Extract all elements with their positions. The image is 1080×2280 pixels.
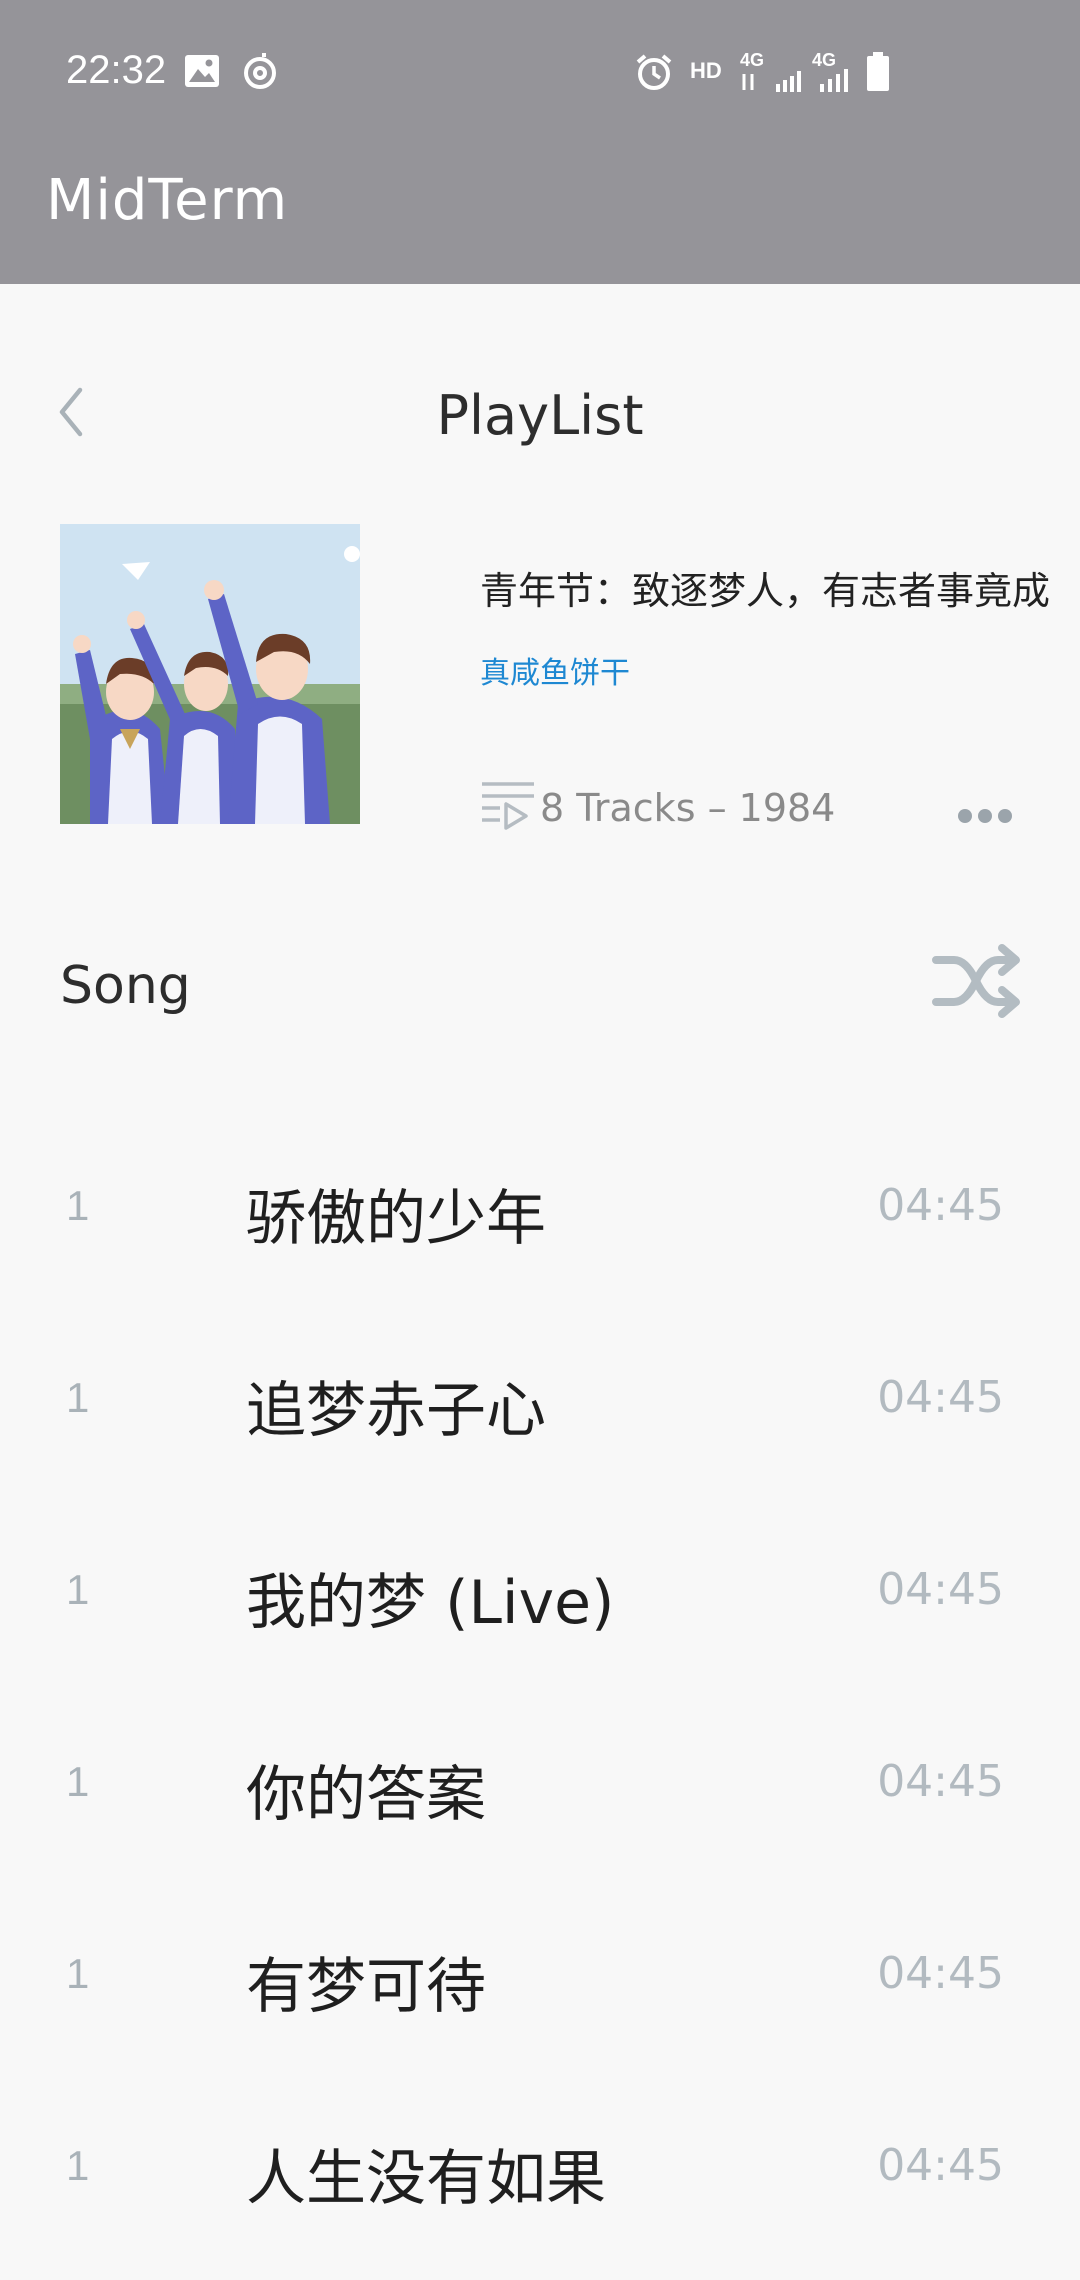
song-title: 你的答案 — [246, 1760, 486, 1830]
song-row[interactable]: 1 追梦赤子心 04:45 — [0, 1300, 1080, 1492]
song-index: 1 — [66, 1374, 90, 1421]
song-duration: 04:45 — [877, 1372, 1004, 1423]
song-index: 1 — [66, 2142, 90, 2189]
song-row[interactable]: 1 我的梦 (Live) 04:45 — [0, 1492, 1080, 1684]
more-horizontal-icon[interactable] — [958, 808, 1022, 826]
song-title: 人生没有如果 — [246, 2144, 606, 2214]
image-icon — [185, 55, 219, 87]
signal-icon — [742, 71, 801, 92]
song-index: 1 — [66, 1566, 90, 1613]
battery-icon — [867, 52, 889, 91]
music-app-icon — [244, 53, 276, 89]
song-duration: 04:45 — [877, 2140, 1004, 2191]
section-title: Song — [60, 956, 191, 1016]
app-title: MidTerm — [46, 168, 289, 233]
song-title: 我的梦 (Live) — [246, 1568, 615, 1638]
tracks-info: 8 Tracks – 1984 — [540, 786, 836, 830]
playlist-author-link[interactable]: 真咸鱼饼干 — [480, 648, 630, 692]
page-title: PlayList — [436, 384, 644, 447]
song-row[interactable]: 1 人生没有如果 04:45 — [0, 2068, 1080, 2260]
signal-icon — [820, 69, 848, 92]
alarm-icon — [636, 54, 672, 90]
hd-icon: HD — [690, 58, 722, 83]
song-duration: 04:45 — [877, 1756, 1004, 1807]
status-time: 22:32 — [66, 48, 167, 92]
song-row[interactable]: 1 你的答案 04:45 — [0, 1684, 1080, 1876]
playlist-name: 青年节：致逐梦人，有志者事竟成 — [480, 569, 1051, 613]
song-index: 1 — [66, 1758, 90, 1805]
network-type-1: 4G — [740, 50, 765, 70]
song-title: 追梦赤子心 — [246, 1376, 546, 1446]
song-row[interactable]: 1 骄傲的少年 04:45 — [0, 1108, 1080, 1300]
app-bar: 22:32 HD 4G 4G MidTerm — [0, 0, 1080, 284]
playlist-icon — [482, 782, 534, 830]
shuffle-icon[interactable] — [932, 944, 1022, 1018]
song-row[interactable]: 1 有梦可待 04:45 — [0, 1876, 1080, 2068]
song-duration: 04:45 — [877, 1564, 1004, 1615]
song-duration: 04:45 — [877, 1180, 1004, 1231]
playlist-cover-image — [60, 524, 360, 824]
song-title: 有梦可待 — [246, 1952, 486, 2022]
song-index: 1 — [66, 1182, 90, 1229]
song-list: 1 骄傲的少年 04:45 1 追梦赤子心 04:45 1 我的梦 (Live)… — [0, 1108, 1080, 2260]
song-duration: 04:45 — [877, 1948, 1004, 1999]
song-title: 骄傲的少年 — [246, 1184, 546, 1254]
song-index: 1 — [66, 1950, 90, 1997]
